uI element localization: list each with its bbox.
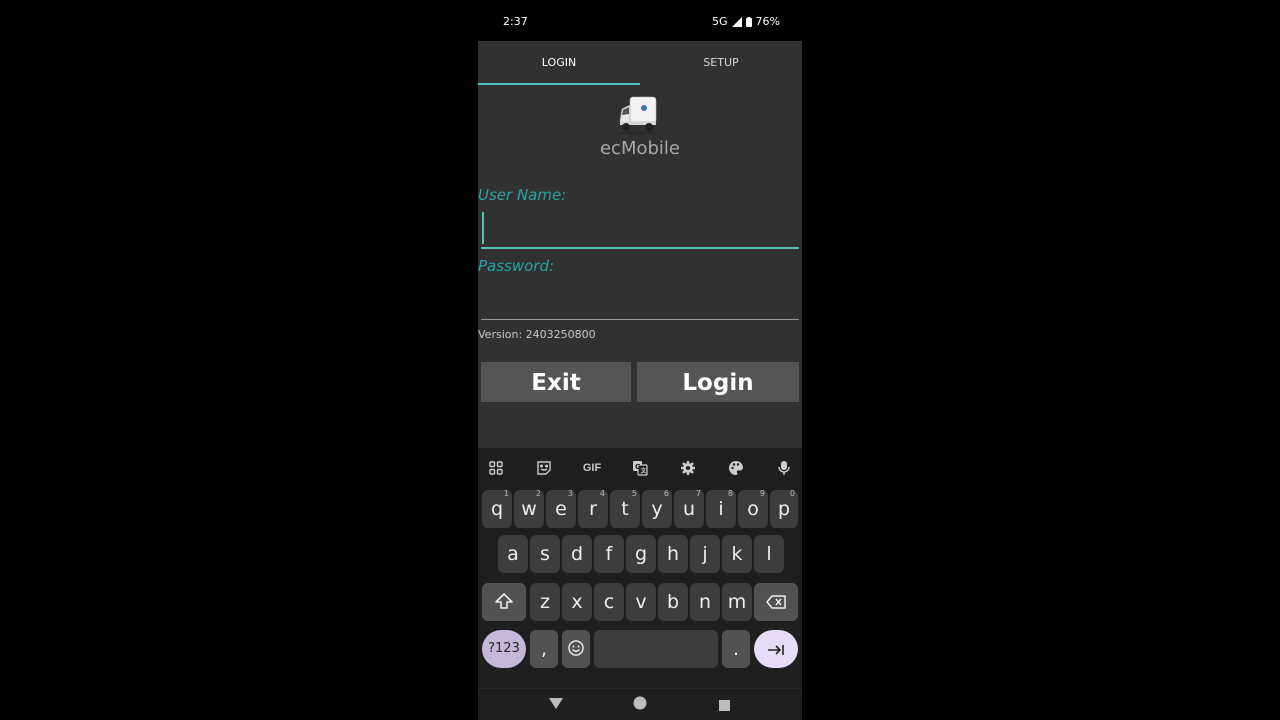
key-label: o bbox=[747, 498, 759, 520]
key-c[interactable]: c bbox=[594, 583, 624, 621]
key-o[interactable]: o9 bbox=[738, 489, 768, 528]
space-key[interactable] bbox=[594, 630, 718, 668]
app-name: ecMobile bbox=[599, 138, 680, 159]
key-label: y bbox=[651, 498, 663, 520]
comma-key[interactable]: , bbox=[530, 630, 558, 668]
key-s[interactable]: s bbox=[530, 535, 560, 573]
key-a[interactable]: a bbox=[498, 535, 528, 573]
delivery-truck-icon bbox=[618, 95, 662, 135]
version-text: Version: 2403250800 bbox=[478, 328, 596, 341]
key-w[interactable]: w2 bbox=[514, 489, 544, 528]
signal-icon bbox=[731, 16, 742, 27]
sticker-icon[interactable] bbox=[532, 456, 556, 480]
system-nav-bar bbox=[478, 688, 802, 720]
backspace-icon bbox=[766, 584, 786, 622]
tab-setup[interactable]: SETUP bbox=[640, 41, 802, 85]
key-label: i bbox=[718, 498, 724, 520]
next-field-key[interactable] bbox=[754, 630, 798, 668]
key-g[interactable]: g bbox=[626, 535, 656, 573]
tab-arrow-icon bbox=[767, 631, 785, 669]
key-label: e bbox=[555, 498, 567, 520]
svg-text:文: 文 bbox=[640, 467, 648, 475]
backspace-key[interactable] bbox=[754, 583, 798, 621]
back-icon[interactable] bbox=[549, 697, 563, 715]
key-b[interactable]: b bbox=[658, 583, 688, 621]
key-label: w bbox=[521, 498, 537, 520]
key-hint: 7 bbox=[695, 489, 701, 498]
gif-button[interactable]: GIF bbox=[580, 456, 604, 480]
status-indicators: 5G 76% bbox=[712, 15, 780, 28]
key-hint: 3 bbox=[567, 489, 573, 498]
text-cursor bbox=[482, 212, 484, 244]
key-hint: 6 bbox=[663, 489, 669, 498]
key-hint: 1 bbox=[503, 489, 509, 498]
key-x[interactable]: x bbox=[562, 583, 592, 621]
tab-indicator bbox=[478, 83, 640, 85]
password-input[interactable] bbox=[481, 284, 799, 316]
key-u[interactable]: u7 bbox=[674, 489, 704, 528]
key-hint: 9 bbox=[759, 489, 765, 498]
soft-keyboard: GIF G文 q1 w2 e3 r4 t5 y6 u7 i8 o9 p0 a s… bbox=[478, 448, 802, 688]
key-d[interactable]: d bbox=[562, 535, 592, 573]
network-type: 5G bbox=[712, 15, 728, 28]
key-hint: 5 bbox=[631, 489, 637, 498]
key-f[interactable]: f bbox=[594, 535, 624, 573]
key-k[interactable]: k bbox=[722, 535, 752, 573]
status-bar: 2:37 5G 76% bbox=[478, 0, 802, 41]
key-y[interactable]: y6 bbox=[642, 489, 672, 528]
translate-icon[interactable]: G文 bbox=[628, 456, 652, 480]
key-j[interactable]: j bbox=[690, 535, 720, 573]
palette-icon[interactable] bbox=[724, 456, 748, 480]
key-e[interactable]: e3 bbox=[546, 489, 576, 528]
key-hint: 8 bbox=[727, 489, 733, 498]
key-m[interactable]: m bbox=[722, 583, 752, 621]
username-input[interactable] bbox=[481, 212, 799, 244]
key-h[interactable]: h bbox=[658, 535, 688, 573]
password-label: Password: bbox=[478, 257, 555, 275]
key-v[interactable]: v bbox=[626, 583, 656, 621]
username-label: User Name: bbox=[478, 186, 567, 204]
key-hint: 0 bbox=[789, 489, 795, 498]
key-label: r bbox=[589, 498, 597, 520]
home-icon[interactable] bbox=[633, 696, 647, 715]
tab-login[interactable]: LOGIN bbox=[478, 41, 640, 85]
key-n[interactable]: n bbox=[690, 583, 720, 621]
password-underline bbox=[481, 319, 799, 320]
key-q[interactable]: q1 bbox=[482, 489, 512, 528]
login-button[interactable]: Login bbox=[637, 362, 799, 402]
emoji-key[interactable] bbox=[562, 630, 590, 668]
key-hint: 2 bbox=[535, 489, 541, 498]
username-underline bbox=[481, 247, 799, 249]
key-label: u bbox=[682, 498, 696, 520]
phone-screen: 2:37 5G 76% LOGIN SETUP ecMobile User Na… bbox=[478, 0, 802, 720]
battery-icon bbox=[745, 16, 752, 27]
symbols-key[interactable]: ?123 bbox=[482, 630, 526, 668]
key-z[interactable]: z bbox=[530, 583, 560, 621]
tab-bar: LOGIN SETUP bbox=[478, 41, 802, 85]
apps-grid-icon[interactable] bbox=[484, 456, 508, 480]
shift-key[interactable] bbox=[482, 583, 526, 621]
exit-button[interactable]: Exit bbox=[481, 362, 631, 402]
key-label: p bbox=[777, 498, 791, 520]
emoji-icon bbox=[568, 631, 584, 669]
microphone-icon[interactable] bbox=[772, 456, 796, 480]
key-label: q bbox=[490, 498, 504, 520]
period-key[interactable]: . bbox=[722, 630, 750, 668]
battery-percent: 76% bbox=[755, 15, 780, 28]
key-r[interactable]: r4 bbox=[578, 489, 608, 528]
status-time: 2:37 bbox=[503, 15, 528, 28]
key-label: t bbox=[621, 498, 629, 520]
recents-icon[interactable] bbox=[719, 698, 730, 716]
key-hint: 4 bbox=[599, 489, 605, 498]
gear-icon[interactable] bbox=[676, 456, 700, 480]
key-l[interactable]: l bbox=[754, 535, 784, 573]
shift-icon bbox=[495, 584, 513, 622]
key-t[interactable]: t5 bbox=[610, 489, 640, 528]
key-p[interactable]: p0 bbox=[770, 489, 798, 528]
key-i[interactable]: i8 bbox=[706, 489, 736, 528]
